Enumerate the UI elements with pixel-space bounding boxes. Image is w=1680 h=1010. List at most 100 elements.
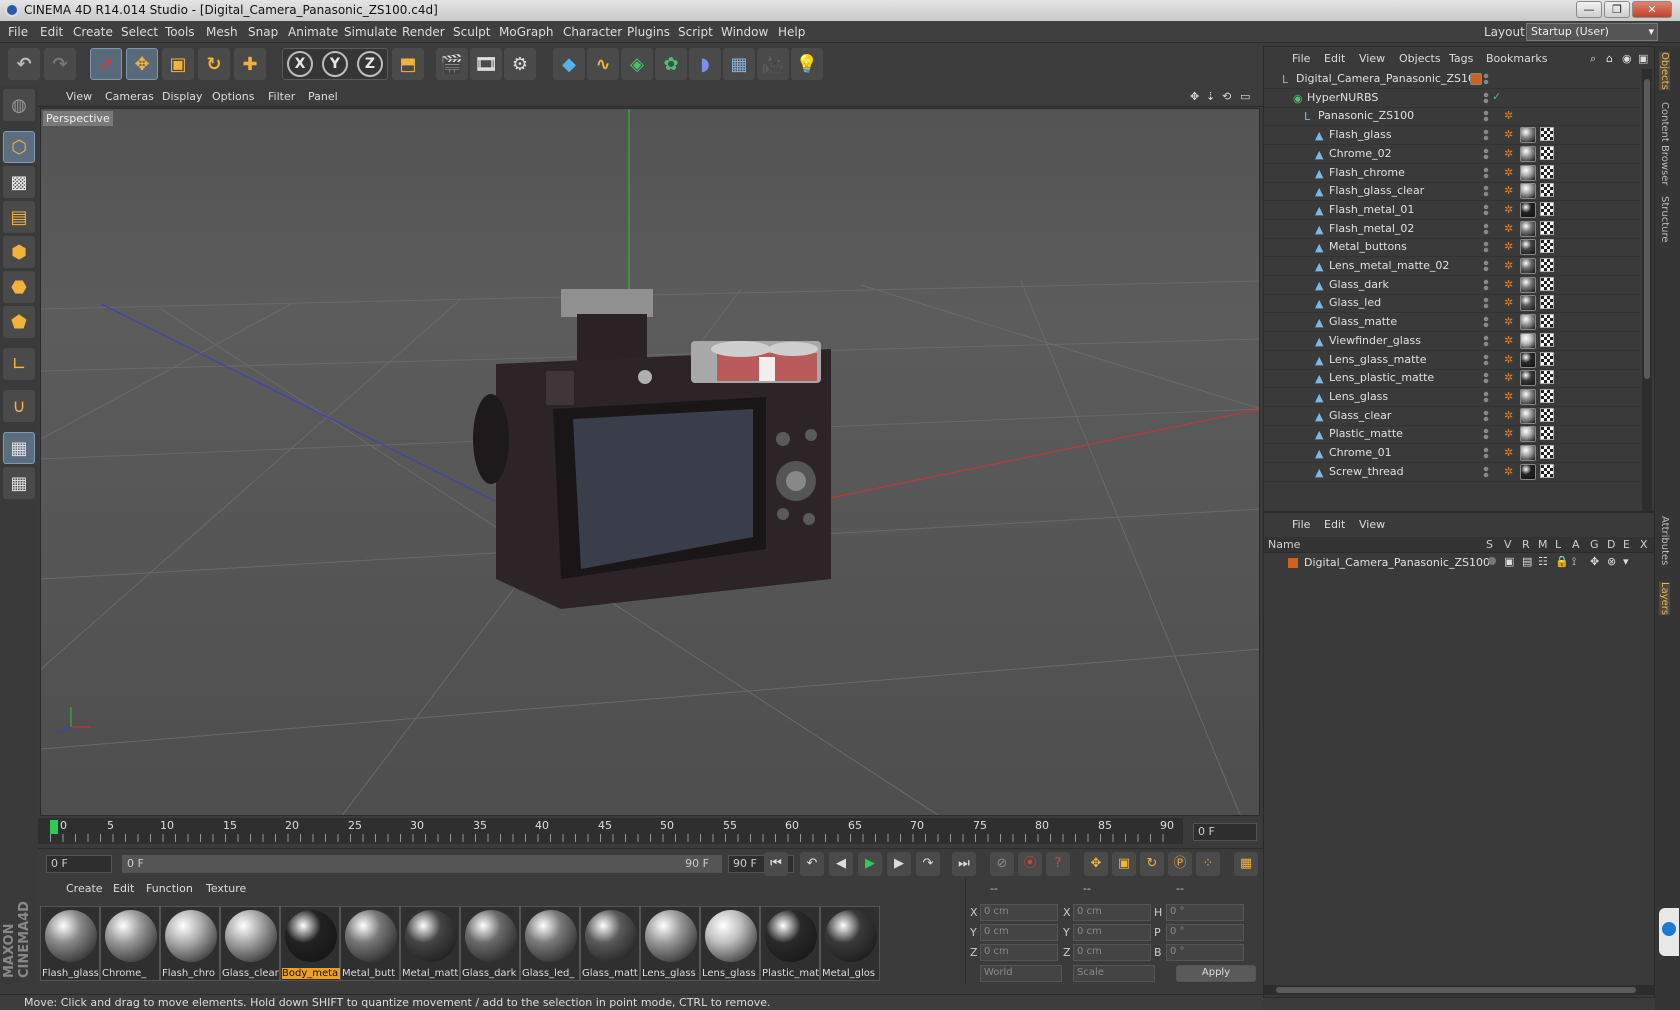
object-row[interactable]: ▲ Flash_glass_clear ✲ (1264, 181, 1640, 202)
material-tag-icon[interactable] (1520, 239, 1536, 256)
menu-simulate[interactable]: Simulate (344, 25, 397, 39)
material-swatch[interactable]: Lens_glass (700, 906, 760, 981)
material-tag-icon[interactable] (1520, 183, 1536, 200)
visibility-dots[interactable] (1483, 390, 1489, 403)
solo-toggle[interactable] (1488, 557, 1496, 565)
checker-texture-tag-icon[interactable] (1540, 463, 1554, 478)
points-mode-button[interactable]: ⬢ (3, 236, 35, 268)
menu-mograph[interactable]: MoGraph (499, 25, 554, 39)
material-tag-icon[interactable] (1520, 201, 1536, 218)
menu-render[interactable]: Render (402, 25, 445, 39)
size-y-field[interactable]: 0 cm (1073, 924, 1151, 941)
viewport-menu-panel[interactable]: Panel (308, 90, 338, 103)
layer-row[interactable]: Digital_Camera_Panasonic_ZS100 ▣ ▤ ☷ 🔒 ⟟… (1264, 554, 1654, 572)
viewport-menu-filter[interactable]: Filter (268, 90, 295, 103)
key-rotation-button[interactable]: ↻ (1140, 852, 1164, 876)
generator-icon[interactable]: ✥ (1590, 555, 1599, 568)
material-swatch[interactable]: Glass_matt (580, 906, 640, 981)
visible-eye-icon[interactable]: ▣ (1504, 555, 1514, 568)
viewport-menu-view[interactable]: View (66, 90, 92, 103)
phong-tag-icon[interactable]: ✲ (1504, 128, 1513, 141)
menu-select[interactable]: Select (121, 25, 158, 39)
visibility-dots[interactable] (1483, 334, 1489, 347)
cloner-button[interactable]: ✿ (655, 48, 687, 80)
scale-dropdown[interactable]: Scale (1073, 965, 1155, 982)
checker-texture-tag-icon[interactable] (1540, 370, 1554, 385)
perspective-viewport[interactable]: Perspective (40, 108, 1260, 816)
phong-tag-icon[interactable]: ✲ (1504, 109, 1513, 122)
material-swatch[interactable]: Metal_matt (400, 906, 460, 981)
material-swatch[interactable]: Metal_glos (820, 906, 880, 981)
material-tag-icon[interactable] (1520, 370, 1536, 387)
material-swatch[interactable]: Flash_chro (160, 906, 220, 981)
visibility-dots[interactable] (1483, 297, 1489, 310)
y-axis-lock-button[interactable]: Y (322, 51, 348, 77)
object-row[interactable]: ▲ Plastic_matte ✲ (1264, 424, 1640, 445)
animation-icon[interactable]: ⟟ (1572, 555, 1576, 569)
scrollbar-thumb[interactable] (1276, 987, 1636, 993)
next-frame-button[interactable]: ▶ (887, 852, 911, 876)
material-menu-create[interactable]: Create (66, 882, 103, 895)
layer-menu-edit[interactable]: Edit (1324, 518, 1345, 531)
visibility-dots[interactable] (1483, 185, 1489, 198)
visibility-dots[interactable] (1483, 465, 1489, 478)
checker-texture-tag-icon[interactable] (1540, 445, 1554, 459)
visibility-dots[interactable] (1483, 147, 1489, 160)
menu-window[interactable]: Window (721, 25, 768, 39)
checker-texture-tag-icon[interactable] (1540, 407, 1554, 422)
locked-workplane-button[interactable]: ▦ (3, 432, 35, 464)
phong-tag-icon[interactable]: ✲ (1504, 166, 1513, 179)
checker-texture-tag-icon[interactable] (1540, 164, 1554, 179)
phong-tag-icon[interactable]: ✲ (1504, 409, 1513, 422)
object-tree[interactable]: L Digital_Camera_Panasonic_ZS100 ◉ HyperNUR… (1264, 69, 1640, 511)
object-row[interactable]: ▲ Glass_matte ✲ (1264, 312, 1640, 333)
planar-workplane-button[interactable]: ▦ (3, 467, 35, 499)
menu-file[interactable]: File (8, 25, 28, 39)
z-axis-lock-button[interactable]: Z (357, 51, 383, 77)
material-tag-icon[interactable] (1520, 332, 1536, 349)
playhead-marker[interactable] (50, 820, 58, 834)
checker-texture-tag-icon[interactable] (1540, 220, 1554, 235)
visibility-dots[interactable] (1483, 447, 1489, 459)
workplane-mode-button[interactable]: ▤ (3, 201, 35, 233)
material-swatch[interactable]: Lens_glass (640, 906, 700, 981)
object-row[interactable]: ▲ Glass_clear ✲ (1264, 406, 1640, 426)
visibility-dots[interactable] (1483, 73, 1489, 85)
object-row[interactable]: ▲ Metal_buttons ✲ (1264, 237, 1640, 258)
deformer-icon[interactable]: ⊗ (1607, 555, 1616, 568)
material-tag-icon[interactable] (1520, 145, 1536, 162)
search-icon[interactable]: ⌕ (1590, 52, 1596, 66)
position-z-field[interactable]: 0 cm (980, 944, 1058, 961)
material-swatch[interactable]: Chrome_ (100, 906, 160, 981)
maximize-button[interactable]: ❐ (1604, 1, 1630, 18)
phong-tag-icon[interactable]: ✲ (1504, 240, 1513, 253)
material-tag-icon[interactable] (1520, 445, 1536, 461)
visibility-dots[interactable] (1483, 278, 1489, 291)
spline-pen-button[interactable]: ∿ (587, 48, 619, 80)
checker-texture-tag-icon[interactable] (1540, 183, 1554, 198)
material-tag-icon[interactable] (1520, 463, 1536, 480)
snapping-button[interactable]: ∪ (3, 390, 35, 422)
axis-mode-button[interactable]: ∟ (3, 348, 35, 380)
object-row[interactable]: ▲ Chrome_02 ✲ (1264, 144, 1640, 164)
object-row[interactable]: ▲ Screw_thread ✲ (1264, 462, 1640, 482)
object-row[interactable]: L Digital_Camera_Panasonic_ZS100 (1264, 69, 1640, 89)
rotate-tool-button[interactable]: ↻ (198, 48, 230, 80)
checker-texture-tag-icon[interactable] (1540, 314, 1554, 329)
menu-animate[interactable]: Animate (288, 25, 338, 39)
timeline-ruler[interactable]: 0 5 10 15 20 25 30 35 40 45 50 55 60 65 … (38, 816, 1263, 848)
object-row[interactable]: ▲ Chrome_01 ✲ (1264, 443, 1640, 463)
menu-help[interactable]: Help (778, 25, 805, 39)
layer-color-tag[interactable] (1470, 73, 1482, 85)
checker-texture-tag-icon[interactable] (1540, 426, 1554, 441)
checker-texture-tag-icon[interactable] (1540, 145, 1554, 160)
material-tag-icon[interactable] (1520, 388, 1536, 405)
key-pla-button[interactable]: ⁘ (1196, 852, 1220, 876)
checker-texture-tag-icon[interactable] (1540, 276, 1554, 291)
menu-sculpt[interactable]: Sculpt (453, 25, 490, 39)
rotation-b-field[interactable]: 0 ° (1166, 944, 1244, 961)
checker-texture-tag-icon[interactable] (1540, 351, 1554, 366)
menu-mesh[interactable]: Mesh (206, 25, 238, 39)
visibility-dots[interactable] (1483, 372, 1489, 385)
checker-texture-tag-icon[interactable] (1540, 239, 1554, 254)
